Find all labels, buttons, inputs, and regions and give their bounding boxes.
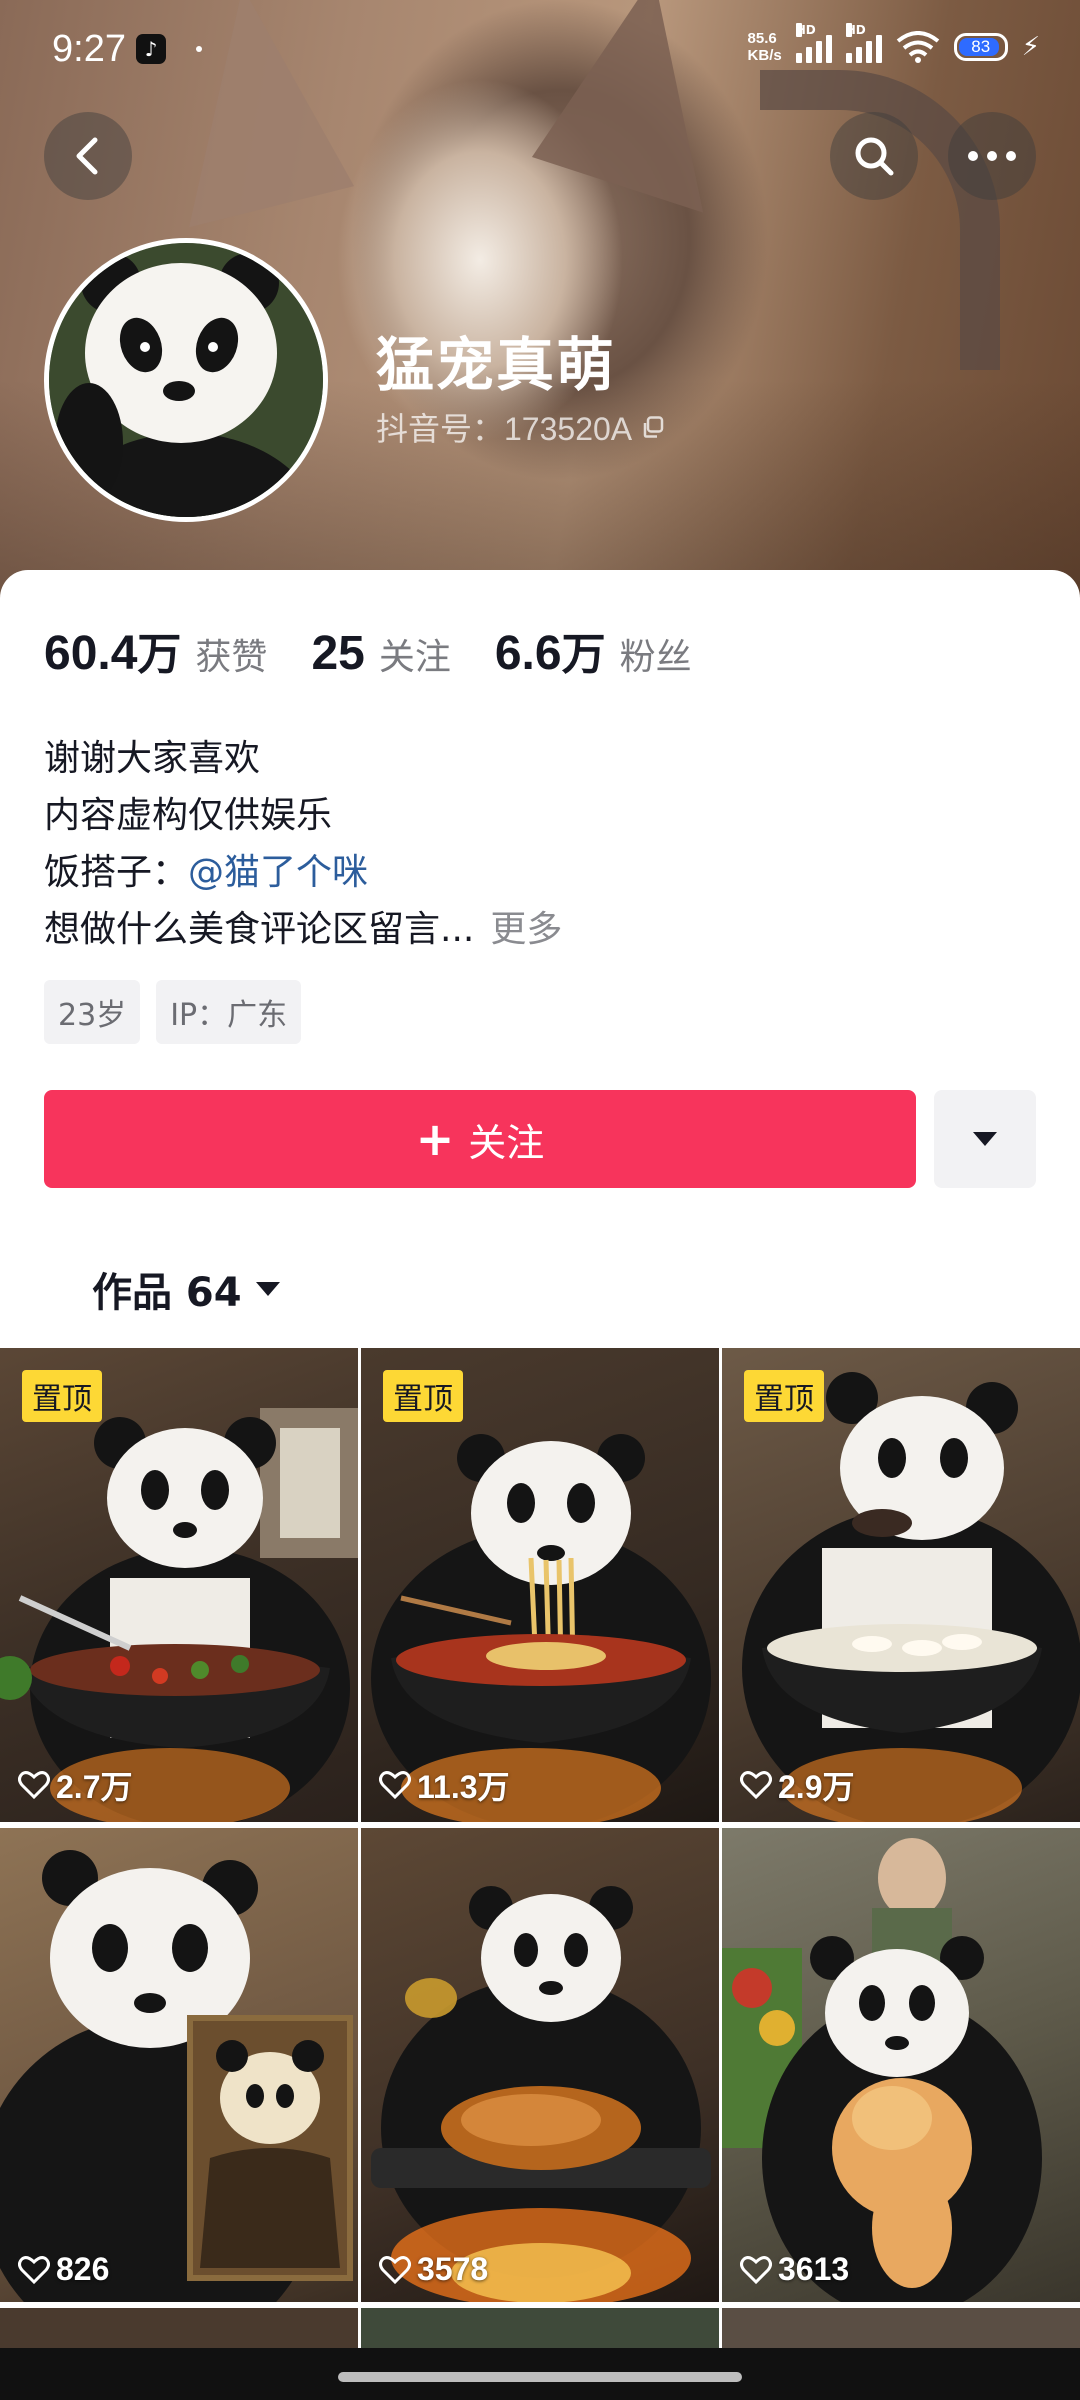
tag-ip-location: IP：广东 <box>156 980 302 1044</box>
charging-icon: ⚡ <box>1021 32 1040 62</box>
heart-icon <box>379 1771 411 1800</box>
more-button[interactable] <box>948 112 1036 200</box>
search-button[interactable] <box>830 112 918 200</box>
video-thumbnail[interactable]: 置顶 2.9万 <box>722 1348 1080 1822</box>
signal-icon: HD <box>795 23 832 63</box>
like-count: 2.9万 <box>740 1762 855 1808</box>
heart-icon <box>18 1771 50 1800</box>
profile-tags: 23岁 IP：广东 <box>44 980 302 1044</box>
tiktok-icon: ♪ <box>136 34 166 64</box>
like-count: 11.3万 <box>379 1762 510 1808</box>
pinned-badge: 置顶 <box>744 1370 824 1422</box>
search-icon <box>855 137 894 176</box>
video-thumbnail[interactable]: 3613 <box>722 1828 1080 2302</box>
mention-link[interactable]: @猫了个咪 <box>188 852 368 893</box>
notification-dot-icon <box>196 46 202 52</box>
like-count: 3578 <box>379 2251 488 2288</box>
chevron-left-icon <box>76 137 98 175</box>
caret-down-icon <box>973 1132 997 1146</box>
caret-down-icon <box>255 1282 280 1296</box>
douyin-id: 抖音号：173520A <box>376 404 664 450</box>
panda-painting-image <box>0 1850 353 2302</box>
panda-roast-duck-image <box>371 1886 711 2302</box>
more-dots-icon <box>968 151 1016 161</box>
pinned-badge: 置顶 <box>383 1370 463 1422</box>
like-count: 3613 <box>740 2251 849 2288</box>
stat-likes[interactable]: 60.4 万 获赞 <box>44 618 267 682</box>
profile-nickname: 猛宠真萌 <box>376 331 617 399</box>
tab-works[interactable]: 作品 64 <box>92 1260 280 1318</box>
like-count: 826 <box>18 2251 109 2288</box>
panda-avatar-image <box>49 243 323 517</box>
like-count: 2.7万 <box>18 1762 133 1808</box>
status-time: 9:27 <box>52 28 126 70</box>
heart-icon <box>740 1771 772 1800</box>
heart-icon <box>18 2255 50 2284</box>
back-button[interactable] <box>44 112 132 200</box>
status-bar: 9:27 ♪ 85.6 KB/s HD HD 83 ⚡ <box>0 0 1080 100</box>
heart-icon <box>740 2255 772 2284</box>
video-thumbnail[interactable]: 置顶 2.7万 <box>0 1348 358 1822</box>
heart-icon <box>379 2255 411 2284</box>
wifi-icon <box>896 31 939 63</box>
signal-icon-2: HD <box>845 23 882 63</box>
plus-icon: + <box>415 1112 455 1166</box>
video-thumbnail[interactable]: 3578 <box>361 1828 719 2302</box>
avatar[interactable] <box>44 238 328 522</box>
tag-age: 23岁 <box>44 980 141 1044</box>
home-indicator[interactable] <box>338 2372 742 2382</box>
video-thumbnail[interactable]: 826 <box>0 1828 358 2302</box>
video-thumbnail[interactable]: 置顶 11.3万 <box>361 1348 719 1822</box>
bio-more-link[interactable]: 更多 <box>490 909 562 950</box>
stat-following[interactable]: 25 关注 <box>311 626 450 681</box>
pinned-badge: 置顶 <box>22 1370 102 1422</box>
panda-with-cat-image <box>722 1838 1042 2302</box>
recommend-dropdown-button[interactable] <box>934 1090 1036 1188</box>
network-speed: 85.6 KB/s <box>747 30 782 64</box>
battery-icon: 83 <box>953 33 1008 61</box>
profile-stats: 60.4 万 获赞 25 关注 6.6 万 粉丝 <box>44 618 736 682</box>
profile-bio: 谢谢大家喜欢 内容虚构仅供娱乐 饭搭子：@猫了个咪 想做什么美食评论区留言...… <box>44 738 563 950</box>
follow-button[interactable]: + 关注 <box>44 1090 916 1188</box>
stat-followers[interactable]: 6.6 万 粉丝 <box>495 618 692 682</box>
copy-icon[interactable] <box>642 416 664 438</box>
